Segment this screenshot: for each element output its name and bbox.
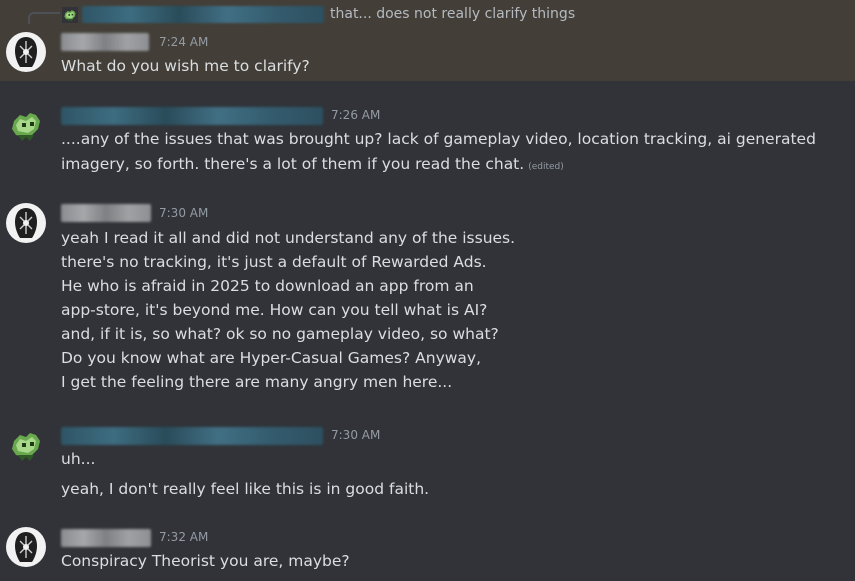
username-redacted[interactable] [61,427,323,445]
reply-preview-text[interactable]: that... does not really clarify things [330,6,575,22]
message-5: 7:32 AM Conspiracy Theorist you are, may… [0,522,855,581]
user-avatar-icon[interactable] [6,32,46,72]
reply-avatar-icon[interactable] [62,7,78,23]
user-avatar-icon[interactable] [6,425,46,465]
edited-label: (edited) [528,162,564,172]
message-text-line: yeah I read it all and did not understan… [61,229,516,247]
message-1: that... does not really clarify things 7… [0,0,855,81]
timestamp: 7:24 AM [159,35,209,49]
message-text: Conspiracy Theorist you are, maybe? [61,552,350,570]
username-redacted[interactable] [61,204,151,222]
timestamp: 7:30 AM [331,428,381,442]
user-avatar-icon[interactable] [6,527,46,567]
timestamp: 7:26 AM [331,108,381,122]
message-text: What do you wish me to clarify? [61,57,310,75]
username-redacted[interactable] [61,33,149,51]
user-avatar-icon[interactable] [6,203,46,243]
reply-connector [28,12,60,24]
reply-username-redacted[interactable] [82,6,324,23]
message-text-line: ....any of the issues that was brought u… [61,130,816,148]
timestamp: 7:30 AM [159,206,209,220]
user-avatar-icon[interactable] [6,105,46,145]
message-text-line: imagery, so forth. there's a lot of them… [61,155,564,173]
message-text-line: I get the feeling there are many angry m… [61,373,453,391]
username-redacted[interactable] [61,529,151,547]
message-text-line: app-store, it's beyond me. How can you t… [61,301,488,319]
message-text-line: He who is afraid in 2025 to download an … [61,277,474,295]
message-text-line: and, if it is, so what? ok so no gamepla… [61,325,499,343]
message-text-line: yeah, I don't really feel like this is i… [61,480,430,498]
message-text-line: there's no tracking, it's just a default… [61,253,487,271]
message-3: 7:30 AM yeah I read it all and did not u… [0,198,855,403]
message-2: 7:26 AM ....any of the issues that was b… [0,100,855,180]
message-text-line: uh... [61,450,96,468]
message-4: 7:30 AM uh... yeah, I don't really feel … [0,420,855,505]
message-text-segment: imagery, so forth. there's a lot of them… [61,155,525,173]
username-redacted[interactable] [61,107,323,125]
timestamp: 7:32 AM [159,530,209,544]
message-text-line: Do you know what are Hyper-Casual Games?… [61,349,482,367]
